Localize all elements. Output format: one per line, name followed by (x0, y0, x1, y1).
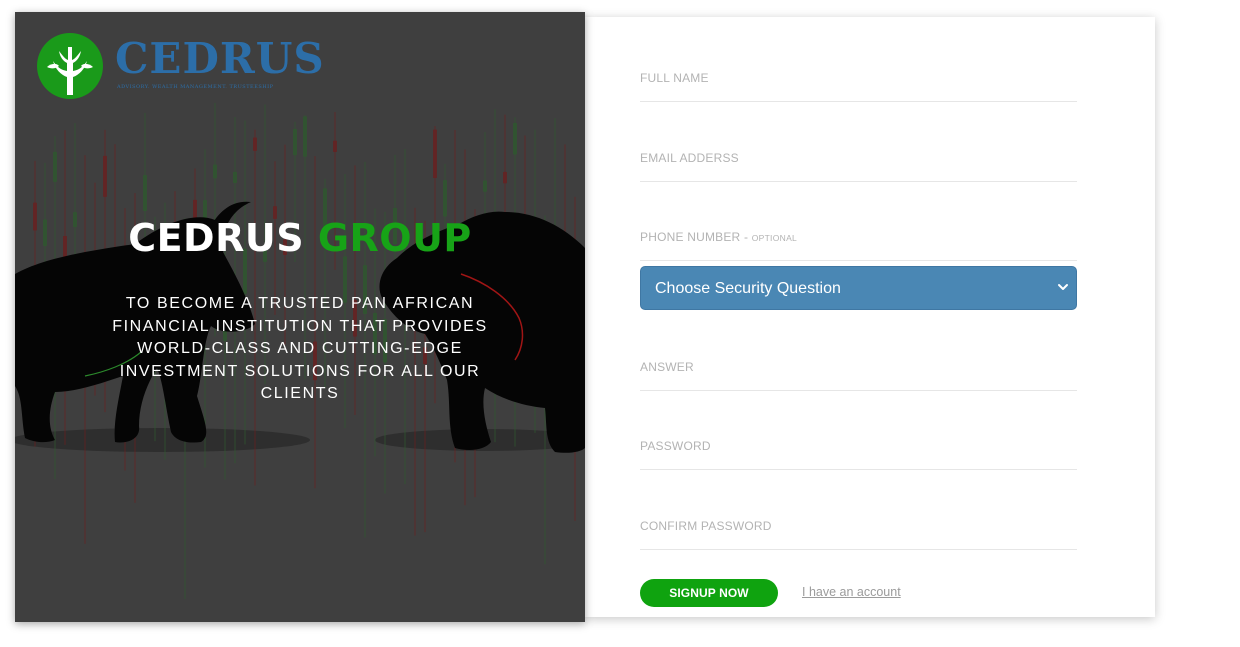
candle-body (253, 137, 257, 151)
answer-field[interactable]: ANSWER (640, 354, 1077, 391)
signup-button[interactable]: SIGNUP NOW (640, 579, 778, 607)
logo-tagline: Advisory. Wealth Management. Trusteeship (117, 84, 274, 90)
candle-body (143, 175, 147, 211)
security-question-select[interactable]: Choose Security Question (640, 266, 1077, 310)
candle-body (53, 151, 57, 182)
logo-wordmark: CEDRUS (115, 34, 325, 83)
candle-body (303, 116, 307, 157)
full-name-field[interactable]: FULL NAME (640, 65, 1077, 102)
cedrus-logo: CEDRUS Advisory. Wealth Management. Trus… (37, 33, 324, 103)
full-name-input[interactable] (640, 65, 1077, 101)
candle-body (233, 171, 237, 183)
hero-title-main: CEDRUS (128, 216, 305, 260)
confirm-password-input[interactable] (640, 513, 1077, 549)
hero-title: CEDRUS GROUP (15, 214, 585, 262)
candle-body (483, 180, 487, 192)
phone-field[interactable]: PHONE NUMBER - OPTIONAL (640, 224, 1077, 261)
candle-body (103, 155, 107, 197)
candle-body (293, 129, 297, 156)
candle-body (213, 164, 217, 179)
password-field[interactable]: PASSWORD (640, 433, 1077, 470)
candle-body (333, 140, 337, 152)
ground-shadow-left (15, 428, 310, 452)
tree-icon (37, 33, 103, 99)
security-question-select-wrap[interactable]: Choose Security Question (640, 266, 1077, 310)
candle-body (513, 122, 517, 155)
candle-body (443, 180, 447, 217)
candle-body (433, 129, 437, 178)
hero-panel: CEDRUS Advisory. Wealth Management. Trus… (15, 12, 585, 622)
password-input[interactable] (640, 433, 1077, 469)
confirm-password-field[interactable]: CONFIRM PASSWORD (640, 513, 1077, 550)
have-account-link[interactable]: I have an account (802, 585, 901, 599)
hero-title-accent: GROUP (317, 216, 472, 260)
email-input[interactable] (640, 145, 1077, 181)
mission-statement: To become a trusted pan African financia… (112, 295, 488, 403)
candle-body (503, 171, 507, 184)
answer-input[interactable] (640, 354, 1077, 390)
email-field[interactable]: EMAIL ADDERSS (640, 145, 1077, 182)
phone-input[interactable] (640, 224, 1077, 260)
